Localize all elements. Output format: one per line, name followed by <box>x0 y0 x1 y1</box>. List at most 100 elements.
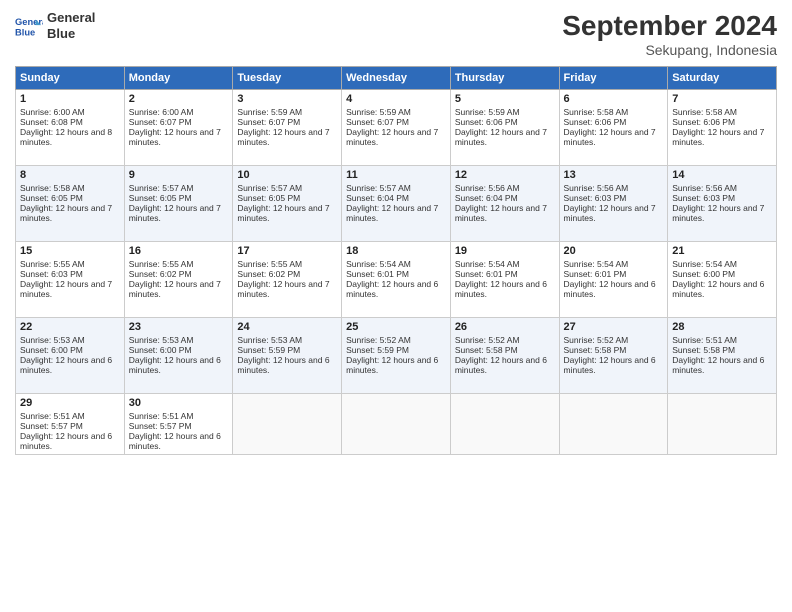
day-number: 9 <box>129 169 229 181</box>
daylight: Daylight: 12 hours and 6 minutes. <box>455 355 547 375</box>
daylight: Daylight: 12 hours and 6 minutes. <box>129 355 221 375</box>
sunset: Sunset: 6:02 PM <box>237 269 300 279</box>
daylight: Daylight: 12 hours and 7 minutes. <box>129 279 221 299</box>
table-row <box>342 394 451 455</box>
table-row: 29Sunrise: 5:51 AMSunset: 5:57 PMDayligh… <box>16 394 125 455</box>
table-row: 27Sunrise: 5:52 AMSunset: 5:58 PMDayligh… <box>559 318 668 394</box>
daylight: Daylight: 12 hours and 6 minutes. <box>346 355 438 375</box>
table-row: 25 Sunrise: 5:52 AMSunset: 5:59 PMDayligh… <box>342 318 451 394</box>
sunrise: Sunrise: 5:56 AM <box>455 183 520 193</box>
daylight: Daylight: 12 hours and 6 minutes. <box>346 279 438 299</box>
daylight: Daylight: 12 hours and 7 minutes. <box>237 279 329 299</box>
sunrise: Sunrise: 5:51 AM <box>20 411 85 421</box>
sunset: Sunset: 5:58 PM <box>672 345 735 355</box>
table-row: 23Sunrise: 5:53 AMSunset: 6:00 PMDayligh… <box>124 318 233 394</box>
sunset: Sunset: 5:59 PM <box>346 345 409 355</box>
logo-text-line1: General <box>47 10 95 26</box>
sunset: Sunset: 6:01 PM <box>564 269 627 279</box>
daylight: Daylight: 12 hours and 6 minutes. <box>672 279 764 299</box>
table-row: 7Sunrise: 5:58 AMSunset: 6:06 PMDaylight… <box>668 90 777 166</box>
table-row: 3 Sunrise: 5:59 AMSunset: 6:07 PMDaylight… <box>233 90 342 166</box>
table-row: 12 Sunrise: 5:56 AMSunset: 6:04 PMDayligh… <box>450 166 559 242</box>
daylight: Daylight: 12 hours and 7 minutes. <box>346 127 438 147</box>
daylight: Daylight: 12 hours and 7 minutes. <box>455 203 547 223</box>
table-row: 16 Sunrise: 5:55 AMSunset: 6:02 PMDayligh… <box>124 242 233 318</box>
col-thursday: Thursday <box>450 67 559 90</box>
daylight: Daylight: 12 hours and 7 minutes. <box>129 127 221 147</box>
sunrise: Sunrise: 6:00 AM <box>129 107 194 117</box>
day-number: 24 <box>237 321 337 333</box>
sunrise: Sunrise: 5:55 AM <box>129 259 194 269</box>
sunset: Sunset: 6:04 PM <box>455 193 518 203</box>
logo-text-line2: Blue <box>47 26 95 42</box>
daylight: Daylight: 12 hours and 6 minutes. <box>672 355 764 375</box>
sunset: Sunset: 6:05 PM <box>129 193 192 203</box>
svg-text:Blue: Blue <box>15 27 35 37</box>
daylight: Daylight: 12 hours and 7 minutes. <box>20 279 112 299</box>
table-row <box>668 394 777 455</box>
daylight: Daylight: 12 hours and 7 minutes. <box>455 127 547 147</box>
sunrise: Sunrise: 5:52 AM <box>346 335 411 345</box>
sunrise: Sunrise: 5:53 AM <box>129 335 194 345</box>
month-title: September 2024 <box>562 10 777 42</box>
daylight: Daylight: 12 hours and 7 minutes. <box>672 127 764 147</box>
table-row: 8Sunrise: 5:58 AMSunset: 6:05 PMDaylight… <box>16 166 125 242</box>
day-number: 25 <box>346 321 446 333</box>
table-row: 18Sunrise: 5:54 AMSunset: 6:01 PMDayligh… <box>342 242 451 318</box>
sunrise: Sunrise: 5:57 AM <box>346 183 411 193</box>
sunset: Sunset: 6:01 PM <box>346 269 409 279</box>
table-row: 13Sunrise: 5:56 AMSunset: 6:03 PMDayligh… <box>559 166 668 242</box>
sunset: Sunset: 6:06 PM <box>455 117 518 127</box>
daylight: Daylight: 12 hours and 7 minutes. <box>237 127 329 147</box>
sunset: Sunset: 5:58 PM <box>564 345 627 355</box>
title-section: September 2024 Sekupang, Indonesia <box>562 10 777 58</box>
sunrise: Sunrise: 5:59 AM <box>237 107 302 117</box>
col-saturday: Saturday <box>668 67 777 90</box>
day-number: 13 <box>564 169 664 181</box>
sunset: Sunset: 5:57 PM <box>20 421 83 431</box>
week-row-4: 22Sunrise: 5:53 AMSunset: 6:00 PMDayligh… <box>16 318 777 394</box>
sunrise: Sunrise: 5:59 AM <box>346 107 411 117</box>
sunrise: Sunrise: 5:54 AM <box>346 259 411 269</box>
col-wednesday: Wednesday <box>342 67 451 90</box>
table-row: 28Sunrise: 5:51 AMSunset: 5:58 PMDayligh… <box>668 318 777 394</box>
table-row: 5Sunrise: 5:59 AMSunset: 6:06 PMDaylight… <box>450 90 559 166</box>
daylight: Daylight: 12 hours and 6 minutes. <box>564 279 656 299</box>
table-row: 4Sunrise: 5:59 AMSunset: 6:07 PMDaylight… <box>342 90 451 166</box>
sunset: Sunset: 6:02 PM <box>129 269 192 279</box>
day-number: 28 <box>672 321 772 333</box>
sunrise: Sunrise: 5:52 AM <box>564 335 629 345</box>
day-number: 26 <box>455 321 555 333</box>
day-number: 20 <box>564 245 664 257</box>
header-row: Sunday Monday Tuesday Wednesday Thursday… <box>16 67 777 90</box>
daylight: Daylight: 12 hours and 6 minutes. <box>129 431 221 451</box>
daylight: Daylight: 12 hours and 6 minutes. <box>564 355 656 375</box>
sunset: Sunset: 6:07 PM <box>237 117 300 127</box>
daylight: Daylight: 12 hours and 7 minutes. <box>564 203 656 223</box>
day-number: 16 <box>129 245 229 257</box>
logo-icon: General Blue <box>15 12 43 40</box>
sunrise: Sunrise: 5:51 AM <box>129 411 194 421</box>
sunset: Sunset: 6:04 PM <box>346 193 409 203</box>
day-number: 1 <box>20 93 120 105</box>
sunrise: Sunrise: 5:58 AM <box>564 107 629 117</box>
table-row: 10Sunrise: 5:57 AMSunset: 6:05 PMDayligh… <box>233 166 342 242</box>
table-row: 17Sunrise: 5:55 AMSunset: 6:02 PMDayligh… <box>233 242 342 318</box>
day-number: 10 <box>237 169 337 181</box>
sunrise: Sunrise: 5:56 AM <box>564 183 629 193</box>
sunset: Sunset: 6:03 PM <box>672 193 735 203</box>
svg-text:General: General <box>15 17 43 27</box>
table-row: 14Sunrise: 5:56 AMSunset: 6:03 PMDayligh… <box>668 166 777 242</box>
table-row: 9Sunrise: 5:57 AMSunset: 6:05 PMDaylight… <box>124 166 233 242</box>
sunset: Sunset: 5:58 PM <box>455 345 518 355</box>
week-row-2: 8Sunrise: 5:58 AMSunset: 6:05 PMDaylight… <box>16 166 777 242</box>
day-number: 21 <box>672 245 772 257</box>
sunrise: Sunrise: 5:58 AM <box>672 107 737 117</box>
day-number: 7 <box>672 93 772 105</box>
sunrise: Sunrise: 5:58 AM <box>20 183 85 193</box>
day-number: 15 <box>20 245 120 257</box>
daylight: Daylight: 12 hours and 6 minutes. <box>20 431 112 451</box>
day-number: 3 <box>237 93 337 105</box>
day-number: 12 <box>455 169 555 181</box>
sunset: Sunset: 6:00 PM <box>672 269 735 279</box>
